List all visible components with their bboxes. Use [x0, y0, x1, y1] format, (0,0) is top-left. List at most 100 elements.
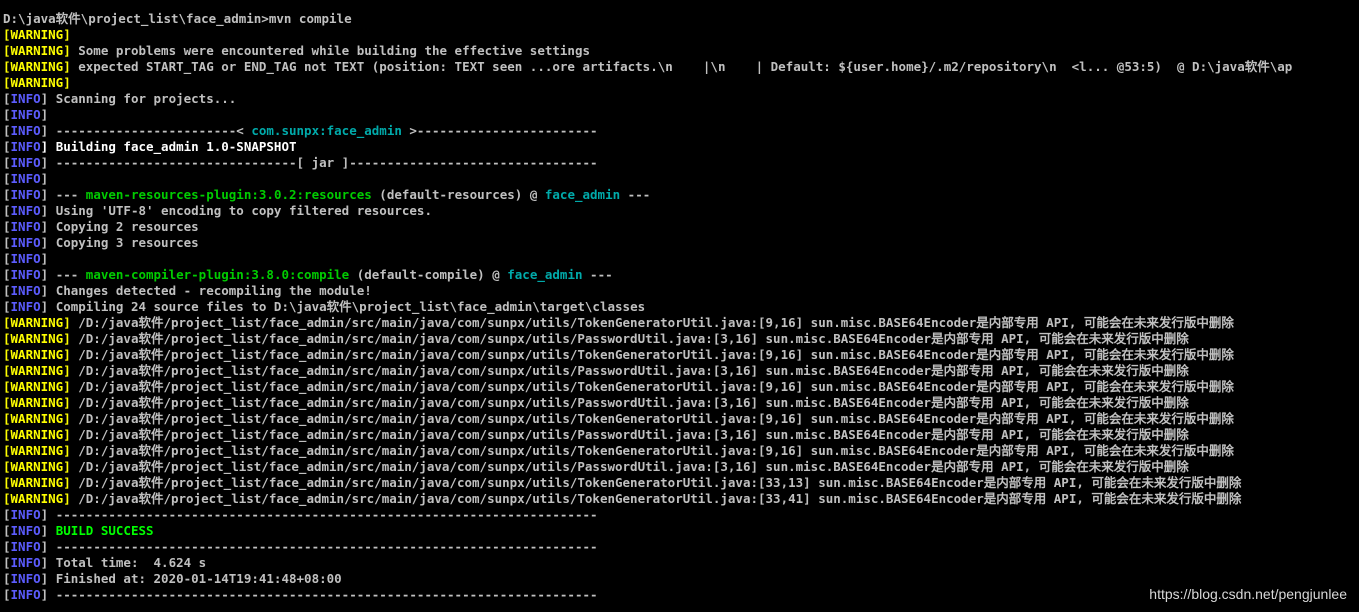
terminal-line: [WARNING] /D:/java软件/project_list/face_a…: [3, 363, 1359, 379]
line-text: ] ---: [40, 187, 86, 202]
terminal-line: [INFO] Compiling 24 source files to D:\j…: [3, 299, 1359, 315]
info-tag: INFO: [10, 155, 41, 170]
info-tag: INFO: [10, 507, 41, 522]
terminal-line: [WARNING] Some problems were encountered…: [3, 43, 1359, 59]
line-text: [: [3, 539, 11, 554]
line-text: ] Building face_admin 1.0-SNAPSHOT: [40, 139, 297, 154]
warning-tag: [WARNING]: [3, 475, 71, 490]
terminal-line: [INFO] Total time: 4.624 s: [3, 555, 1359, 571]
warning-tag: [WARNING]: [3, 315, 71, 330]
line-text: ]: [40, 107, 49, 122]
info-tag: INFO: [10, 219, 41, 234]
line-text: [: [3, 155, 11, 170]
info-tag: INFO: [10, 235, 41, 250]
line-text: [: [3, 171, 11, 186]
terminal-line: [INFO] --- maven-compiler-plugin:3.8.0:c…: [3, 267, 1359, 283]
info-tag: INFO: [10, 299, 41, 314]
warning-tag: [WARNING]: [3, 427, 71, 442]
info-tag: INFO: [10, 171, 41, 186]
line-text: [: [3, 107, 11, 122]
line-text: ] Finished at: 2020-01-14T19:41:48+08:00: [40, 571, 342, 586]
terminal-line: [INFO] Copying 2 resources: [3, 219, 1359, 235]
watermark-text: https://blog.csdn.net/pengjunlee: [1149, 586, 1347, 602]
line-text: [: [3, 587, 11, 602]
line-text: ]: [40, 171, 49, 186]
warning-tag: [WARNING]: [3, 395, 71, 410]
info-tag: INFO: [10, 587, 41, 602]
line-text: [: [3, 187, 11, 202]
terminal-output[interactable]: D:\java软件\project_list\face_admin>mvn co…: [3, 11, 1359, 603]
warning-tag: [WARNING]: [3, 459, 71, 474]
line-text: [: [3, 123, 11, 138]
line-text: ] ------------------------<: [40, 123, 252, 138]
terminal-line: [INFO]: [3, 171, 1359, 187]
terminal-line: D:\java软件\project_list\face_admin>mvn co…: [3, 11, 1359, 27]
terminal-line: [WARNING] /D:/java软件/project_list/face_a…: [3, 443, 1359, 459]
info-tag: INFO: [10, 139, 41, 154]
line-text: (default-compile) @: [349, 267, 508, 282]
line-text: ] Using 'UTF-8' encoding to copy filtere…: [40, 203, 432, 218]
warning-tag: [WARNING]: [3, 411, 71, 426]
line-text: ---: [620, 187, 651, 202]
line-text: /D:/java软件/project_list/face_admin/src/m…: [70, 331, 1189, 346]
terminal-line: [INFO] --------------------------------[…: [3, 155, 1359, 171]
terminal-line: [INFO] ---------------------------------…: [3, 539, 1359, 555]
line-text: /D:/java软件/project_list/face_admin/src/m…: [70, 427, 1189, 442]
line-text: (default-resources) @: [371, 187, 545, 202]
line-text: ] Copying 3 resources: [40, 235, 199, 250]
line-text: expected START_TAG or END_TAG not TEXT (…: [70, 59, 1293, 74]
line-text: [: [3, 139, 11, 154]
warning-tag: [WARNING]: [3, 443, 71, 458]
warning-tag: [WARNING]: [3, 347, 71, 362]
terminal-line: [WARNING]: [3, 75, 1359, 91]
plugin-name: maven-resources-plugin:3.0.2:resources: [85, 187, 372, 202]
terminal-line: [WARNING] /D:/java软件/project_list/face_a…: [3, 315, 1359, 331]
build-status: BUILD SUCCESS: [55, 523, 154, 538]
terminal-line: [WARNING] /D:/java软件/project_list/face_a…: [3, 427, 1359, 443]
line-text: [: [3, 507, 11, 522]
warning-tag: [WARNING]: [3, 331, 71, 346]
line-text: /D:/java软件/project_list/face_admin/src/m…: [70, 363, 1189, 378]
line-text: ] Total time: 4.624 s: [40, 555, 207, 570]
line-text: /D:/java软件/project_list/face_admin/src/m…: [70, 491, 1242, 506]
terminal-line: [INFO] Using 'UTF-8' encoding to copy fi…: [3, 203, 1359, 219]
info-tag: INFO: [10, 283, 41, 298]
terminal-line: [WARNING] /D:/java软件/project_list/face_a…: [3, 411, 1359, 427]
terminal-line: [WARNING] /D:/java软件/project_list/face_a…: [3, 491, 1359, 507]
line-text: ] --------------------------------[ jar …: [40, 155, 598, 170]
line-text: >------------------------: [401, 123, 598, 138]
info-tag: INFO: [10, 107, 41, 122]
info-tag: INFO: [10, 539, 41, 554]
line-text: [: [3, 91, 11, 106]
terminal-line: [WARNING] /D:/java软件/project_list/face_a…: [3, 475, 1359, 491]
terminal-line: [INFO]: [3, 107, 1359, 123]
terminal-line: [INFO] ---------------------------------…: [3, 507, 1359, 523]
line-text: ] Scanning for projects...: [40, 91, 237, 106]
terminal-line: [INFO] Finished at: 2020-01-14T19:41:48+…: [3, 571, 1359, 587]
line-text: Some problems were encountered while bui…: [70, 43, 591, 58]
line-text: D:\java软件\project_list\face_admin>mvn co…: [3, 11, 352, 26]
line-text: ] Copying 2 resources: [40, 219, 199, 234]
line-text: [: [3, 523, 11, 538]
line-text: [: [3, 235, 11, 250]
line-text: /D:/java软件/project_list/face_admin/src/m…: [70, 411, 1234, 426]
terminal-line: [INFO] Building face_admin 1.0-SNAPSHOT: [3, 139, 1359, 155]
line-text: [: [3, 299, 11, 314]
line-text: [: [3, 219, 11, 234]
terminal-line: [INFO]: [3, 251, 1359, 267]
line-text: ] ---: [40, 267, 86, 282]
line-text: /D:/java软件/project_list/face_admin/src/m…: [70, 459, 1189, 474]
terminal-line: [WARNING] /D:/java软件/project_list/face_a…: [3, 379, 1359, 395]
line-text: /D:/java软件/project_list/face_admin/src/m…: [70, 315, 1234, 330]
terminal-line: [INFO] Changes detected - recompiling th…: [3, 283, 1359, 299]
terminal-line: [INFO] ------------------------< com.sun…: [3, 123, 1359, 139]
line-text: ---: [582, 267, 613, 282]
line-text: [: [3, 283, 11, 298]
info-tag: INFO: [10, 523, 41, 538]
line-text: ] --------------------------------------…: [40, 587, 598, 602]
line-text: [: [3, 571, 11, 586]
terminal-line: [WARNING] /D:/java软件/project_list/face_a…: [3, 395, 1359, 411]
info-tag: INFO: [10, 187, 41, 202]
terminal-line: [WARNING] /D:/java软件/project_list/face_a…: [3, 347, 1359, 363]
terminal-line: [WARNING]: [3, 27, 1359, 43]
